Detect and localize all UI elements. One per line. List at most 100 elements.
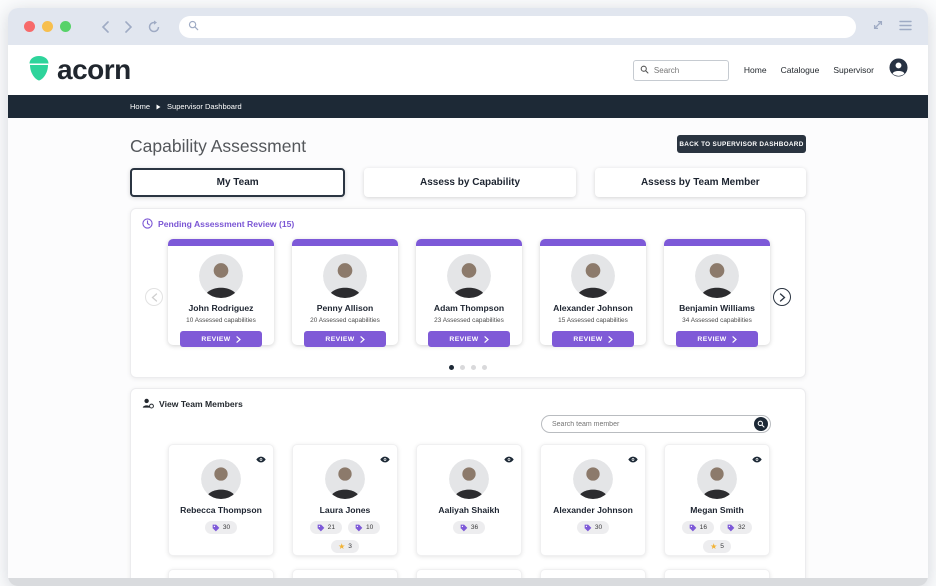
badge-value: 32	[738, 524, 745, 531]
capability-count-badge: 10	[348, 521, 380, 534]
review-button[interactable]: REVIEW	[552, 331, 634, 347]
badge-value: 30	[595, 524, 602, 531]
member-name: Adam Thompson	[416, 303, 522, 313]
avatar-photo	[201, 459, 241, 499]
card-accent-bar	[540, 239, 646, 246]
avatar-photo	[695, 254, 739, 298]
header-nav-catalogue[interactable]: Catalogue	[781, 65, 820, 75]
clock-icon	[142, 218, 153, 229]
capability-count-badge: 16	[682, 521, 714, 534]
avatar-photo	[199, 254, 243, 298]
star-value: 5	[720, 543, 724, 550]
view-member-eye-icon[interactable]	[752, 450, 762, 468]
pending-panel-title: Pending Assessment Review (15)	[158, 219, 294, 229]
url-input[interactable]	[205, 21, 847, 32]
browser-menu-icon[interactable]	[899, 18, 912, 36]
star-rating-badge: ★3	[331, 540, 359, 553]
header-nav-supervisor[interactable]: Supervisor	[833, 65, 874, 75]
review-button-label: REVIEW	[325, 336, 354, 343]
tag-icon	[355, 524, 363, 532]
browser-reload-icon[interactable]	[147, 20, 161, 34]
url-bar[interactable]	[179, 16, 856, 38]
star-value: 3	[348, 543, 352, 550]
user-avatar-icon[interactable]	[889, 58, 908, 82]
avatar-photo	[447, 254, 491, 298]
page-footer-strip	[8, 578, 928, 586]
browser-chrome	[8, 8, 928, 45]
chevron-right-icon	[484, 336, 489, 343]
tab-my-team[interactable]: My Team	[130, 168, 345, 197]
app-header: acorn Home Catalogue Supervisor	[8, 45, 928, 95]
expand-window-icon[interactable]	[872, 18, 884, 36]
capability-count-badge: 32	[720, 521, 752, 534]
carousel-prev-button[interactable]	[145, 288, 163, 306]
pending-assessment-panel: Pending Assessment Review (15) John Rodr…	[130, 208, 806, 378]
assessed-capabilities-count: 34 Assessed capabilities	[664, 317, 770, 324]
acorn-logo-icon	[28, 55, 50, 86]
tag-icon	[584, 524, 592, 532]
avatar-photo	[571, 254, 615, 298]
team-member-card: Laura Jones2110★3	[292, 444, 398, 556]
breadcrumb-arrow-icon	[156, 104, 161, 110]
review-button-label: REVIEW	[697, 336, 726, 343]
assessed-capabilities-count: 15 Assessed capabilities	[540, 317, 646, 324]
review-button-label: REVIEW	[201, 336, 230, 343]
header-search-box[interactable]	[633, 60, 729, 81]
breadcrumb-item: Supervisor Dashboard	[167, 102, 242, 111]
member-name: Aaliyah Shaikh	[417, 505, 521, 515]
tab-assess-by-team-member[interactable]: Assess by Team Member	[595, 168, 806, 197]
review-button[interactable]: REVIEW	[180, 331, 262, 347]
acorn-logo[interactable]: acorn	[28, 55, 131, 86]
carousel-dot[interactable]	[460, 365, 465, 370]
review-button[interactable]: REVIEW	[428, 331, 510, 347]
capability-count-badge: 36	[453, 521, 485, 534]
card-accent-bar	[292, 239, 398, 246]
browser-forward-icon[interactable]	[124, 21, 133, 33]
badge-value: 36	[471, 524, 478, 531]
pending-review-card: Penny Allison20 Assessed capabilitiesREV…	[292, 239, 398, 345]
carousel-dot[interactable]	[482, 365, 487, 370]
browser-back-icon[interactable]	[101, 21, 110, 33]
view-member-eye-icon[interactable]	[628, 450, 638, 468]
carousel-next-button[interactable]	[773, 288, 791, 306]
pending-cards-row: John Rodriguez10 Assessed capabilitiesRE…	[168, 239, 770, 345]
carousel-dot[interactable]	[449, 365, 454, 370]
view-member-eye-icon[interactable]	[504, 450, 514, 468]
member-name: Megan Smith	[665, 505, 769, 515]
breadcrumb-item[interactable]: Home	[130, 102, 150, 111]
header-search-input[interactable]	[654, 66, 722, 75]
tag-icon	[212, 524, 220, 532]
tag-icon	[317, 524, 325, 532]
team-search-box[interactable]	[541, 415, 771, 433]
chevron-right-icon	[360, 336, 365, 343]
pending-review-card: Alexander Johnson15 Assessed capabilitie…	[540, 239, 646, 345]
url-search-icon	[188, 18, 199, 36]
back-to-supervisor-dashboard-button[interactable]: BACK TO SUPERVISOR DASHBOARD	[677, 135, 806, 153]
view-member-eye-icon[interactable]	[380, 450, 390, 468]
review-button[interactable]: REVIEW	[676, 331, 758, 347]
review-button-label: REVIEW	[573, 336, 602, 343]
breadcrumb: Home Supervisor Dashboard	[8, 95, 928, 118]
view-member-eye-icon[interactable]	[256, 450, 266, 468]
page-title: Capability Assessment	[130, 136, 306, 157]
minimize-window-button[interactable]	[42, 21, 53, 32]
pending-review-card: Adam Thompson23 Assessed capabilitiesREV…	[416, 239, 522, 345]
assessed-capabilities-count: 20 Assessed capabilities	[292, 317, 398, 324]
header-search-icon	[640, 61, 649, 79]
tab-assess-by-capability[interactable]: Assess by Capability	[364, 168, 575, 197]
maximize-window-button[interactable]	[60, 21, 71, 32]
chevron-right-icon	[732, 336, 737, 343]
team-panel-title: View Team Members	[159, 399, 243, 409]
team-search-input[interactable]	[552, 421, 754, 428]
chevron-right-icon	[608, 336, 613, 343]
close-window-button[interactable]	[24, 21, 35, 32]
header-nav-home[interactable]: Home	[744, 65, 767, 75]
carousel-dot[interactable]	[471, 365, 476, 370]
badge-value: 10	[366, 524, 373, 531]
team-search-button[interactable]	[754, 417, 768, 431]
member-name: Benjamin Williams	[664, 303, 770, 313]
team-member-card: Rebecca Thompson30	[168, 444, 274, 556]
review-button[interactable]: REVIEW	[304, 331, 386, 347]
tab-bar: My Team Assess by Capability Assess by Tea…	[130, 168, 806, 197]
star-rating-badge: ★5	[703, 540, 731, 553]
